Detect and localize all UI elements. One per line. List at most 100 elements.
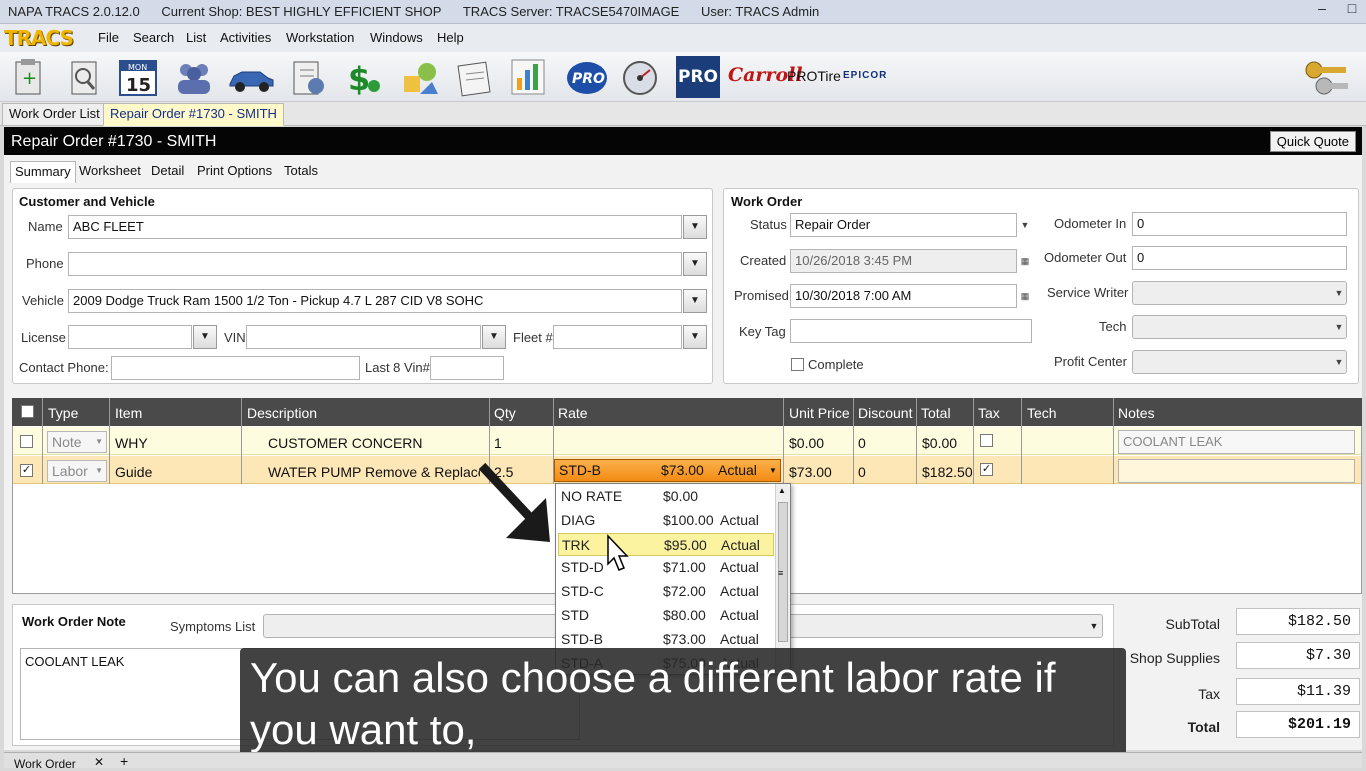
menu-workstation[interactable]: Workstation <box>286 30 354 45</box>
key-tag-field[interactable] <box>790 319 1032 343</box>
vehicle-field[interactable]: 2009 Dodge Truck Ram 1500 1/2 Ton - Pick… <box>68 289 682 313</box>
menu-help[interactable]: Help <box>437 30 464 45</box>
chevron-down-icon[interactable]: ▼ <box>769 460 777 481</box>
odometer-out-field[interactable]: 0 <box>1132 246 1347 270</box>
tab-repair-order[interactable]: Repair Order #1730 - SMITH <box>103 103 284 126</box>
chevron-down-icon[interactable]: ▼ <box>683 289 707 313</box>
parts-icon[interactable] <box>400 56 440 98</box>
chevron-down-icon[interactable]: ▼ <box>683 252 707 276</box>
tech-select[interactable] <box>1132 315 1347 339</box>
rate-option[interactable]: DIAG $100.00 Actual <box>558 509 774 532</box>
chevron-down-icon[interactable]: ▼ <box>1332 316 1346 338</box>
tab-work-order-list[interactable]: Work Order List <box>2 103 107 126</box>
chevron-down-icon[interactable]: ▼ <box>683 215 707 239</box>
rate-option[interactable]: TRK $95.00 Actual <box>558 532 774 556</box>
close-icon[interactable]: ✕ <box>94 755 104 769</box>
col-qty[interactable]: Qty <box>494 405 516 421</box>
rate-dropdown-list[interactable]: NO RATE $0.00 DIAG $100.00 Actual TRK $95.00 Ac… <box>555 483 791 675</box>
menu-activities[interactable]: Activities <box>220 30 271 45</box>
vin-field[interactable] <box>246 325 481 349</box>
col-tax[interactable]: Tax <box>978 405 1000 421</box>
tab-work-order[interactable]: Work Order <box>14 757 76 771</box>
chevron-down-icon[interactable]: ▼ <box>1087 615 1101 637</box>
epicor-button[interactable]: EPICOR <box>843 70 887 81</box>
license-field[interactable] <box>68 325 192 349</box>
tab-print-options[interactable]: Print Options <box>193 161 276 183</box>
menu-file[interactable]: File <box>98 30 119 45</box>
rate-option[interactable]: NO RATE $0.00 <box>558 485 774 508</box>
row-notes[interactable] <box>1118 459 1355 483</box>
row-tax-checkbox[interactable]: ✓ <box>980 463 993 476</box>
row-item: WHY <box>115 435 148 451</box>
chevron-down-icon[interactable]: ▼ <box>1332 282 1346 304</box>
rate-option[interactable]: STD-D $71.00 Actual <box>558 556 774 579</box>
chevron-down-icon[interactable]: ▼ <box>1332 351 1346 373</box>
rate-option[interactable]: STD $80.00 Actual <box>558 604 774 627</box>
col-rate[interactable]: Rate <box>558 405 588 421</box>
rate-select[interactable]: STD-B $73.00 Actual ▼ <box>554 459 781 482</box>
profit-center-select[interactable] <box>1132 350 1347 374</box>
keys-icon[interactable] <box>1302 56 1350 98</box>
inspection-icon[interactable] <box>288 56 328 98</box>
svg-text:15: 15 <box>126 75 151 96</box>
complete-checkbox[interactable] <box>791 358 804 371</box>
fleet-field[interactable] <box>553 325 682 349</box>
row-tax-checkbox[interactable] <box>980 434 993 447</box>
menu-windows[interactable]: Windows <box>370 30 423 45</box>
money-icon[interactable]: $ <box>344 56 384 98</box>
search-order-icon[interactable] <box>64 56 104 98</box>
col-discount[interactable]: Discount <box>858 405 912 421</box>
add-tab-icon[interactable]: + <box>120 753 128 769</box>
col-notes[interactable]: Notes <box>1118 405 1155 421</box>
tab-worksheet[interactable]: Worksheet <box>75 161 145 183</box>
new-order-icon[interactable]: + <box>8 56 48 98</box>
chevron-down-icon[interactable]: ▼ <box>482 325 506 349</box>
calendar-icon[interactable]: MON 15 <box>118 56 158 98</box>
row-type-select[interactable]: Note ▼ <box>47 431 107 453</box>
last8-vin-field[interactable] <box>430 356 504 380</box>
dropdown-scrollbar[interactable]: ▲ ≡ <box>775 484 790 674</box>
tab-summary[interactable]: Summary <box>10 161 76 183</box>
col-item[interactable]: Item <box>115 405 142 421</box>
service-writer-select[interactable] <box>1132 281 1347 305</box>
chart-icon[interactable] <box>508 56 548 98</box>
gauge-icon[interactable] <box>620 56 660 98</box>
row-checkbox[interactable] <box>20 435 33 448</box>
customers-icon[interactable] <box>174 56 214 98</box>
tab-totals[interactable]: Totals <box>280 161 322 183</box>
contact-phone-field[interactable] <box>111 356 360 380</box>
col-unit-price[interactable]: Unit Price <box>789 405 850 421</box>
phone-label: Phone <box>26 256 64 271</box>
protire-button[interactable]: PROTire <box>787 68 841 84</box>
col-type[interactable]: Type <box>48 405 78 421</box>
scroll-up-icon[interactable]: ▲ <box>778 486 786 495</box>
rate-option[interactable]: STD-C $72.00 Actual <box>558 580 774 603</box>
calendar-picker-icon[interactable]: ▦ <box>1018 285 1032 307</box>
row-type-select[interactable]: Labor ▼ <box>47 460 107 482</box>
vehicle-icon[interactable] <box>226 56 276 98</box>
menu-search[interactable]: Search <box>133 30 174 45</box>
tab-detail[interactable]: Detail <box>147 161 188 183</box>
chevron-down-icon[interactable]: ▼ <box>1018 214 1032 236</box>
row-description: WATER PUMP Remove & Replace <box>268 464 480 480</box>
status-select[interactable]: Repair Order <box>790 213 1017 237</box>
menu-list[interactable]: List <box>186 30 206 45</box>
row-checkbox[interactable]: ✓ <box>20 464 33 477</box>
prolink-icon[interactable]: PRO <box>564 56 610 98</box>
customer-name-field[interactable]: ABC FLEET <box>68 215 682 239</box>
minimize-icon[interactable]: – <box>1308 0 1336 18</box>
chevron-down-icon[interactable]: ▼ <box>193 325 217 349</box>
odometer-in-field[interactable]: 0 <box>1132 212 1347 236</box>
promised-field[interactable]: 10/30/2018 7:00 AM <box>790 284 1017 308</box>
quick-quote-button[interactable]: Quick Quote <box>1269 131 1356 152</box>
col-tech[interactable]: Tech <box>1027 405 1057 421</box>
row-notes[interactable]: COOLANT LEAK <box>1118 430 1355 454</box>
col-total[interactable]: Total <box>921 405 951 421</box>
phone-field[interactable] <box>68 252 682 276</box>
maximize-icon[interactable]: □ <box>1338 0 1366 18</box>
col-description[interactable]: Description <box>247 405 317 421</box>
pro-button[interactable]: PRO <box>676 56 720 98</box>
reports-icon[interactable] <box>454 56 498 98</box>
chevron-down-icon[interactable]: ▼ <box>683 325 707 349</box>
select-all-checkbox[interactable] <box>21 405 34 418</box>
